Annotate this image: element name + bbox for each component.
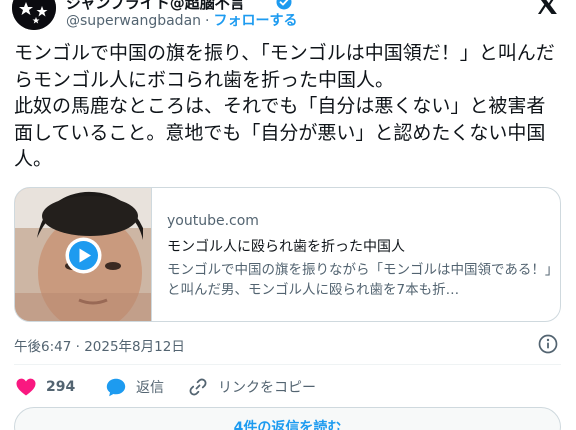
card-description: モンゴルで中国の旗を振りながら「モンゴルは中国領である！」と叫んだ男、モンゴル人… — [167, 262, 552, 298]
like-button[interactable]: 294 — [16, 376, 75, 398]
user-handle[interactable]: @superwangbadan — [66, 13, 201, 29]
read-replies-button[interactable]: 4件の返信を読む — [14, 407, 561, 430]
like-count: 294 — [46, 379, 76, 395]
x-logo-icon[interactable] — [536, 0, 558, 14]
card-title[interactable]: モンゴル人に殴られ歯を折った中国人 — [167, 236, 405, 256]
info-icon[interactable] — [538, 334, 558, 354]
copy-link-button[interactable]: リンクをコピー — [188, 376, 316, 398]
play-icon[interactable] — [65, 237, 102, 274]
handle-row: @superwangbadan · フォローする — [66, 10, 297, 30]
copy-link-label: リンクをコピー — [218, 380, 316, 396]
avatar-stars-icon — [12, 0, 56, 30]
link-preview-card[interactable]: youtube.com モンゴル人に殴られ歯を折った中国人 モンゴルで中国の旗を… — [14, 187, 561, 322]
divider — [14, 364, 561, 365]
avatar[interactable] — [12, 0, 56, 30]
reply-label: 返信 — [136, 380, 164, 396]
link-icon — [189, 378, 207, 396]
tweet-text: モンゴルで中国の旗を振り、「モンゴルは中国領だ！」と叫んだらモンゴル人にボコられ… — [14, 42, 555, 170]
follow-link[interactable]: フォローする — [213, 13, 297, 29]
video-thumbnail[interactable] — [15, 188, 152, 321]
card-domain: youtube.com — [167, 213, 259, 229]
reply-button[interactable]: 返信 — [106, 376, 164, 398]
tweet-timestamp[interactable]: 午後6:47 · 2025年8月12日 — [14, 335, 185, 355]
separator-dot: · — [205, 13, 210, 29]
speech-bubble-icon — [106, 378, 126, 396]
tweet-header: ジャンプライト@超腦不言 @superwangbadan · フォローする — [0, 0, 576, 34]
heart-icon — [16, 378, 36, 396]
verified-badge-icon — [276, 0, 292, 10]
